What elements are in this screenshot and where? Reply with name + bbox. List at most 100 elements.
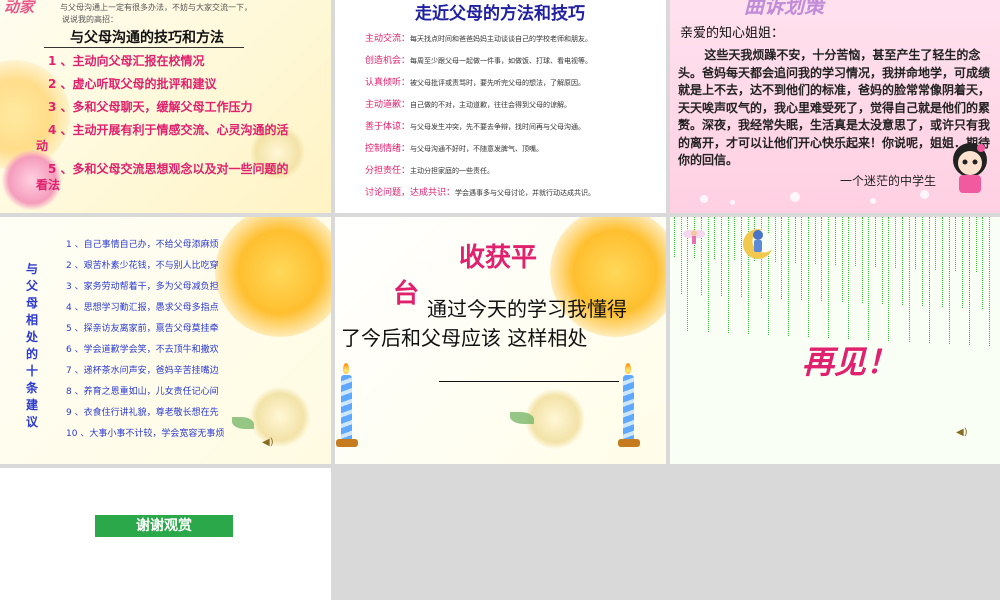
- list-item: 创造机会：每周至少跟父母一起做一件事，如做饭、打球、看电视等。: [365, 53, 592, 66]
- slide-thumbnail-6[interactable]: 再见！ ◀): [670, 217, 1000, 464]
- vine-strand: [727, 217, 730, 333]
- vine-strand: [774, 217, 777, 262]
- list-item: 讨论问题，达成共识：学会遇事多与父母讨论，并就行动达成共识。: [365, 185, 595, 198]
- vine-strand: [901, 217, 904, 305]
- list-item: 7 、递杯茶水问声安，爸妈辛苦挂嘴边: [66, 366, 219, 376]
- child-on-moon-icon: [753, 230, 763, 252]
- vine-strand: [868, 217, 870, 340]
- row-text: 每天找点时间和爸爸妈妈主动谈谈自己的学校老师和朋友。: [410, 35, 593, 43]
- list-item: 4 、思想学习勤汇报，愚求父母多指点: [66, 303, 219, 313]
- list-item: 10 、大事小事不计较，学会宽容无事烦: [66, 429, 225, 439]
- vine-strand: [674, 217, 676, 257]
- list-item: 4 、主动开展有利于情感交流、心灵沟通的活: [48, 123, 289, 137]
- list-item: 3 、家务劳动帮着干，多为父母减负担: [66, 282, 219, 292]
- vine-strand: [975, 217, 978, 272]
- list-item: 动: [36, 139, 49, 153]
- vine-strand: [988, 217, 991, 346]
- vine-strand: [801, 217, 803, 300]
- row-text: 每周至少跟父母一起做一件事，如做饭、打球、看电视等。: [410, 57, 593, 65]
- title-char: 父: [25, 279, 38, 293]
- slide-logo-text: 曲诉划策: [744, 0, 824, 18]
- vine-strand: [895, 217, 897, 268]
- list-item: 3 、多和父母聊天，缓解父母工作压力: [48, 100, 253, 114]
- list-item: 善于体谅：与父母发生冲突，先不要去争辩，找时间再与父母沟通。: [365, 119, 585, 132]
- slide-thumbnail-2[interactable]: 走近父母的方法和技巧 主动交流：每天找点时间和爸爸妈妈主动谈谈自己的学校老师和朋…: [335, 0, 666, 213]
- slide-thumbnail-1[interactable]: 动家 与父母沟通上一定有很多办法，不妨与大家交流一下， 说说我的高招： 与父母沟…: [0, 0, 331, 213]
- vine-strand: [921, 217, 924, 306]
- list-item: 认真倾听：被父母批评或责骂时，要先听完父母的想法，了解原因。: [365, 75, 585, 88]
- answer-blank-line: [439, 381, 619, 382]
- candle-flame-icon: [625, 363, 631, 374]
- vine-strand: [814, 217, 817, 264]
- sunflower-decoration: [215, 217, 331, 337]
- slide-heading: 动家: [4, 0, 35, 16]
- row-text: 被父母批评或责骂时，要先听完父母的想法，了解原因。: [410, 79, 586, 87]
- title-char: 的: [25, 347, 38, 361]
- list-item: 分担责任：主动分担家庭的一些责任。: [365, 163, 494, 176]
- slide-title: 与父母沟通的技巧和方法: [70, 30, 224, 46]
- vine-strand: [888, 217, 890, 341]
- thanks-banner: 谢谢观赏: [95, 515, 233, 537]
- vine-strand: [881, 217, 884, 304]
- row-key: 控制情绪：: [365, 144, 411, 154]
- slide-body-text: 通过今天的学习我懂得了今后和父母应该 这样相处: [341, 295, 641, 353]
- farewell-text: 再见！: [802, 343, 899, 381]
- vine-strand: [794, 217, 797, 263]
- list-item: 2 、艰苦朴素少花钱，不与别人比吃穿: [66, 261, 219, 271]
- list-item: 9 、衣食住行讲礼貌，尊老敬长想在先: [66, 408, 219, 418]
- list-item: 8 、养育之恩重如山，儿女责任记心间: [66, 387, 219, 397]
- list-item: 1 、主动向父母汇报在校情况: [48, 54, 205, 68]
- list-item: 控制情绪：与父母沟通不好时，不随意发脾气、顶嘴。: [365, 141, 543, 154]
- title-char: 条: [25, 381, 38, 395]
- row-key: 主动道歉：: [365, 100, 411, 110]
- row-key: 善于体谅：: [365, 122, 411, 132]
- slide-subtext: 与父母沟通上一定有很多办法，不妨与大家交流一下，: [60, 3, 252, 12]
- vine-strand: [854, 217, 857, 266]
- candle-base: [336, 439, 358, 447]
- letter-signature: 一个迷茫的中学生: [840, 174, 937, 188]
- vine-strand: [720, 217, 723, 296]
- vine-strand: [734, 217, 736, 260]
- slide-title: 收获平: [459, 243, 538, 273]
- letter-greeting: 亲爱的知心姐姐：: [680, 26, 785, 41]
- list-item: 5 、探亲访友离家前，禀告父母莫挂牵: [66, 324, 219, 334]
- vine-strand: [948, 217, 951, 344]
- title-char: 建: [25, 398, 38, 412]
- list-item: 主动交流：每天找点时间和爸爸妈妈主动谈谈自己的学校老师和朋友。: [365, 31, 592, 44]
- list-item: 5 、多和父母交流思想观念以及对一些问题的: [48, 162, 289, 176]
- vine-strand: [741, 217, 743, 297]
- vine-strand: [962, 217, 964, 308]
- vine-strand: [908, 217, 911, 342]
- slide-thumbnail-3[interactable]: 曲诉划策 亲爱的知心姐姐： 这些天我烦躁不安，十分苦恼，甚至产生了轻生的念头。爸…: [670, 0, 1000, 213]
- list-item: 1 、自己事情自己办，不给父母添麻烦: [66, 240, 219, 250]
- title-char: 议: [25, 415, 38, 429]
- slide-thumbnail-5[interactable]: 收获平 台 通过今天的学习我懂得了今后和父母应该 这样相处: [335, 217, 666, 464]
- candle-flame-icon: [343, 363, 349, 374]
- vine-strand: [861, 217, 864, 303]
- fairy-icon: [683, 230, 705, 244]
- vine-strand: [955, 217, 957, 271]
- vine-strand: [935, 217, 937, 270]
- vertical-title: 与 父 母 相 处 的 十 条 建 议: [24, 261, 40, 431]
- speaker-icon[interactable]: ◀): [956, 427, 968, 438]
- list-item: 6 、学会道歉学会笑，不去顶牛和撒欢: [66, 345, 219, 355]
- flower-decoration: [250, 387, 310, 447]
- vine-strand: [714, 217, 716, 259]
- list-item: 主动道歉：自己做的不对，主动道歉，往往会得到父母的谅解。: [365, 97, 571, 110]
- cartoon-girl-icon: [953, 143, 987, 193]
- title-char: 十: [25, 364, 38, 378]
- vine-strand: [781, 217, 783, 299]
- flower-decoration: [525, 389, 585, 449]
- leaf-decoration: [510, 412, 534, 424]
- row-text: 自己做的不对，主动道歉，往往会得到父母的谅解。: [410, 101, 572, 109]
- slide-thumbnail-7[interactable]: 谢谢观赏: [0, 468, 331, 600]
- slide-title: 走近父母的方法和技巧: [415, 4, 585, 24]
- candle-icon: [623, 375, 634, 441]
- title-char: 处: [25, 330, 38, 344]
- row-key: 分担责任：: [365, 166, 411, 176]
- row-key: 认真倾听：: [365, 78, 411, 88]
- speaker-icon[interactable]: ◀): [262, 437, 274, 448]
- slide-thumbnail-4[interactable]: 与 父 母 相 处 的 十 条 建 议 1 、自己事情自己办，不给父母添麻烦 2…: [0, 217, 331, 464]
- row-text: 与父母沟通不好时，不随意发脾气、顶嘴。: [410, 145, 544, 153]
- row-key: 讨论问题，达成共识：: [365, 188, 456, 198]
